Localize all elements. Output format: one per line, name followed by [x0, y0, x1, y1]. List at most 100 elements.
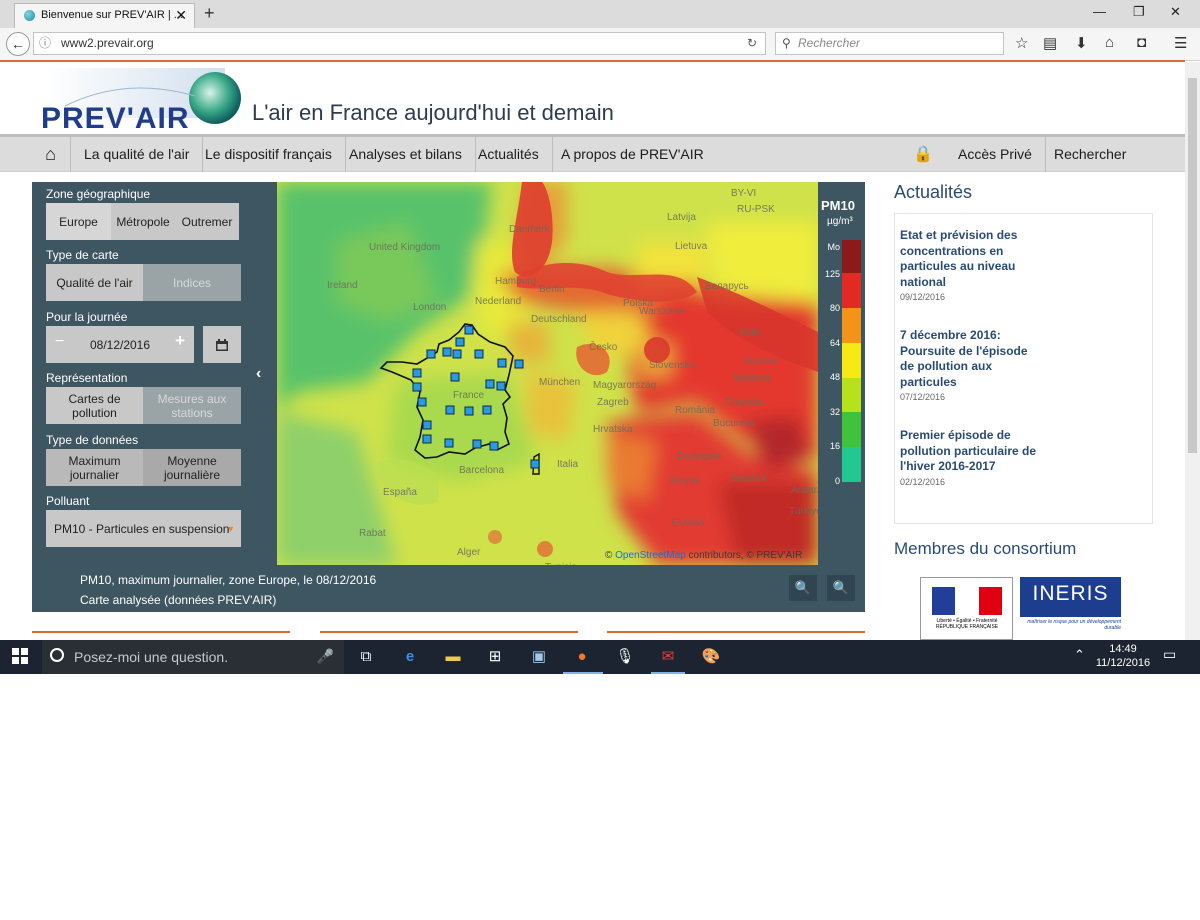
date-increment-button[interactable]: + — [175, 332, 185, 349]
voice-recorder-icon[interactable]: 🎙 — [614, 646, 636, 668]
station-marker[interactable] — [445, 405, 455, 415]
restore-icon[interactable]: ❐ — [1133, 4, 1145, 20]
map-type-qualite-button[interactable]: Qualité de l'air — [46, 264, 143, 301]
ineris-subtitle: maîtriser le risque pour un développemen… — [1027, 619, 1121, 631]
map-place-label: Chişinău — [725, 397, 764, 408]
station-marker[interactable] — [530, 459, 540, 469]
news-headline[interactable]: 7 décembre 2016: Poursuite de l'épisode … — [900, 328, 1040, 390]
microphone-icon[interactable]: 🎤 — [317, 648, 334, 665]
station-marker[interactable] — [485, 379, 495, 389]
station-marker[interactable] — [497, 358, 507, 368]
task-view-icon[interactable]: ⧉ — [355, 646, 377, 668]
station-marker[interactable] — [474, 349, 484, 359]
news-title: Actualités — [894, 182, 973, 202]
date-stepper[interactable]: − 08/12/2016 + — [46, 326, 194, 363]
news-item[interactable]: Premier épisode de pollution particulair… — [900, 428, 1040, 487]
ineris-logo[interactable]: INERIS — [1020, 577, 1121, 617]
republique-francaise-logo[interactable]: Liberté • Égalité • Fraternité RÉPUBLIQU… — [920, 577, 1013, 640]
back-button[interactable]: ← — [6, 32, 30, 56]
menu-item-analyses[interactable]: Analyses et bilans — [336, 137, 476, 172]
station-marker[interactable] — [455, 337, 465, 347]
reading-list-icon[interactable]: ▤ — [1043, 34, 1057, 52]
menu-item-dispositif[interactable]: Le dispositif français — [192, 137, 346, 172]
url-bar[interactable]: ⓘ www2.prevair.org ↻ — [33, 32, 766, 55]
zoom-in-icon[interactable]: 🔍 — [827, 575, 855, 601]
file-explorer-icon[interactable]: ▬ — [442, 646, 464, 668]
data-type-moyenne-button[interactable]: Moyenne journalière — [143, 449, 241, 486]
representation-cartes-button[interactable]: Cartes de pollution — [46, 387, 143, 424]
calendar-icon[interactable] — [203, 326, 241, 363]
menu-item-rechercher[interactable]: Rechercher — [1041, 137, 1139, 172]
pollutant-select[interactable]: PM10 - Particules en suspension ▼ — [46, 510, 241, 547]
menu-item-actualites[interactable]: Actualités — [465, 137, 553, 172]
station-marker[interactable] — [444, 438, 454, 448]
new-tab-button[interactable]: + — [204, 3, 215, 24]
map-place-label: Беларусь — [705, 281, 749, 292]
close-tab-icon[interactable]: ✕ — [175, 4, 187, 26]
info-icon[interactable]: ⓘ — [39, 33, 51, 54]
edge-icon[interactable]: e — [399, 646, 421, 668]
notification-center-icon[interactable]: ▭ — [1163, 646, 1176, 663]
store-icon[interactable]: ⊞ — [484, 646, 506, 668]
zoom-out-icon[interactable]: 🔍 — [789, 575, 817, 601]
news-item[interactable]: 7 décembre 2016: Poursuite de l'épisode … — [900, 328, 1040, 402]
zone-outremer-button[interactable]: Outremer — [175, 203, 239, 240]
bookmark-star-icon[interactable]: ☆ — [1015, 34, 1028, 52]
pollution-map[interactable]: Danmark Latvija Lietuva United Kingdom Irela… — [277, 182, 818, 565]
windows-start-icon[interactable] — [12, 648, 28, 669]
map-type-indices-button[interactable]: Indices — [143, 264, 241, 301]
close-window-icon[interactable]: ✕ — [1170, 4, 1181, 20]
date-decrement-button[interactable]: − — [55, 334, 64, 350]
firefox-icon[interactable]: ● — [571, 646, 593, 668]
map-place-label: France — [453, 390, 485, 401]
site-tagline: L'air en France aujourd'hui et demain — [252, 100, 614, 125]
news-item[interactable]: Etat et prévision des concentrations en … — [900, 228, 1040, 302]
station-marker[interactable] — [472, 439, 482, 449]
browser-tab[interactable]: Bienvenue sur PREV'AIR | ... ✕ — [14, 3, 195, 28]
news-headline[interactable]: Etat et prévision des concentrations en … — [900, 228, 1040, 290]
cortana-search-box[interactable]: Posez-moi une question. 🎤 — [42, 640, 344, 674]
pocket-icon[interactable]: ◘ — [1137, 34, 1146, 51]
station-marker[interactable] — [464, 325, 474, 335]
menu-item-acces-prive[interactable]: Accès Privé — [945, 137, 1046, 172]
menu-item-apropos[interactable]: A propos de PREV'AIR — [548, 137, 717, 172]
minimize-icon[interactable]: — — [1093, 4, 1106, 19]
prevair-logo[interactable]: PREV'AIR — [35, 66, 245, 135]
station-marker[interactable] — [496, 381, 506, 391]
representation-mesures-button[interactable]: Mesures aux stations — [143, 387, 241, 424]
news-date: 07/12/2016 — [900, 392, 946, 402]
remote-desktop-icon[interactable]: ▣ — [528, 646, 550, 668]
scrollbar-thumb[interactable] — [1188, 78, 1197, 453]
paint-icon[interactable]: 🎨 — [700, 646, 722, 668]
zone-europe-button[interactable]: Europe — [46, 203, 111, 240]
news-headline[interactable]: Premier épisode de pollution particulair… — [900, 428, 1040, 475]
browser-search-input[interactable]: ⚲ Rechercher — [775, 32, 1004, 55]
download-icon[interactable]: ⬇ — [1075, 34, 1088, 52]
station-marker[interactable] — [489, 441, 499, 451]
collapse-panel-icon[interactable]: ‹ — [256, 365, 261, 383]
mail-icon[interactable]: ✉ — [657, 646, 679, 668]
station-marker[interactable] — [514, 359, 524, 369]
station-marker[interactable] — [442, 347, 452, 357]
station-marker[interactable] — [422, 434, 432, 444]
reload-icon[interactable]: ↻ — [747, 33, 757, 54]
station-marker[interactable] — [482, 405, 492, 415]
station-marker[interactable] — [450, 372, 460, 382]
station-marker[interactable] — [412, 368, 422, 378]
station-marker[interactable] — [417, 397, 427, 407]
station-marker[interactable] — [412, 382, 422, 392]
data-type-maximum-button[interactable]: Maximum journalier — [46, 449, 143, 486]
home-menu-icon[interactable]: ⌂ — [31, 137, 71, 172]
menu-icon[interactable]: ☰ — [1174, 34, 1187, 52]
station-marker[interactable] — [464, 406, 474, 416]
tray-chevron-up-icon[interactable]: ⌃ — [1074, 647, 1085, 663]
taskbar-clock[interactable]: 14:49 11/12/2016 — [1093, 642, 1153, 670]
station-marker[interactable] — [422, 420, 432, 430]
menu-item-qualite[interactable]: La qualité de l'air — [71, 137, 204, 172]
site-favicon-icon — [24, 10, 35, 21]
openstreetmap-link[interactable]: OpenStreetMap — [615, 550, 686, 561]
zone-metropole-button[interactable]: Métropole — [111, 203, 175, 240]
home-icon[interactable]: ⌂ — [1105, 34, 1114, 51]
station-marker[interactable] — [452, 349, 462, 359]
station-marker[interactable] — [426, 349, 436, 359]
